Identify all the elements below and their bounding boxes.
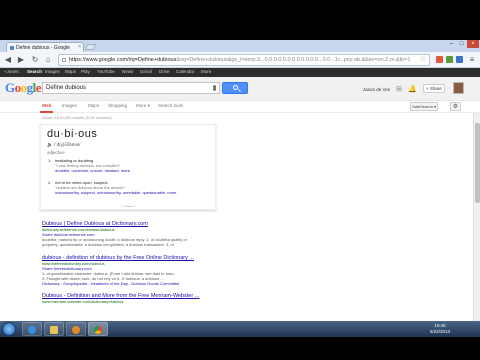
- tab-shopping[interactable]: Shopping: [108, 103, 127, 108]
- extension-icon[interactable]: [446, 56, 453, 63]
- forward-arrow-icon[interactable]: ▶: [16, 55, 26, 65]
- taskbar-folder[interactable]: [44, 322, 64, 336]
- notifications-bell-icon[interactable]: 🔔: [408, 85, 417, 93]
- gbar-item-calendar[interactable]: Calendar: [176, 69, 194, 74]
- home-icon[interactable]: ⌂: [43, 55, 53, 65]
- video-frame: Define dubious - Google × – □ × ◀ ▶ ↻ ⌂ …: [0, 0, 480, 360]
- gbar-item-search[interactable]: Search: [27, 69, 42, 74]
- google-favicon-icon: [10, 46, 14, 50]
- back-arrow-icon[interactable]: ◀: [3, 55, 13, 65]
- sense-synonyms[interactable]: untrustworthy, suspect, untrustworthy, u…: [55, 190, 211, 195]
- user-name[interactable]: Jason de Vos: [363, 87, 390, 92]
- gbar-item-more[interactable]: More: [201, 69, 211, 74]
- search-result: dubious - definition of dubious by the F…: [42, 255, 242, 286]
- desktop-screen: Define dubious - Google × – □ × ◀ ▶ ↻ ⌂ …: [0, 40, 480, 321]
- share-button[interactable]: + Share: [423, 84, 445, 93]
- gbar-item-images[interactable]: Images: [45, 69, 60, 74]
- gbar-item-play[interactable]: Play: [81, 69, 90, 74]
- gbar-item-youtube[interactable]: YouTube: [97, 69, 115, 74]
- new-tab-button[interactable]: [84, 44, 97, 50]
- google-header: Google Define dubious Jason de Vos ⊞ 🔔 +…: [0, 77, 480, 101]
- sense-number: 1.: [48, 158, 52, 163]
- search-button[interactable]: [222, 82, 248, 94]
- windows-taskbar: 10:45 5/22/2013: [0, 321, 480, 337]
- scrollbar-thumb[interactable]: [475, 123, 480, 203]
- clock-date: 5/22/2013: [430, 329, 451, 334]
- maximize-icon[interactable]: □: [457, 40, 466, 48]
- tab-images[interactable]: Images: [62, 103, 77, 108]
- browser-toolbar: ◀ ▶ ↻ ⌂ https://www.google.com/#q=Define…: [0, 52, 480, 68]
- address-bar[interactable]: https://www.google.com/#q=Define+dubious…: [58, 54, 430, 66]
- result-stats: About 4,610,000 results (0.28 seconds): [42, 115, 112, 120]
- result-snippet: propriety; questionable: a dubious compl…: [42, 242, 174, 247]
- dictionary-word: du·bi·ous: [47, 128, 98, 140]
- extension-icon[interactable]: [436, 56, 443, 63]
- taskbar-media[interactable]: [66, 322, 86, 336]
- search-icon: [233, 85, 238, 90]
- minimize-icon[interactable]: –: [447, 40, 456, 48]
- window-close-icon[interactable]: ×: [467, 40, 479, 48]
- taskbar-explorer[interactable]: [22, 322, 42, 336]
- gbar-item-gmail[interactable]: Gmail: [140, 69, 152, 74]
- search-query-text: Define dubious: [46, 85, 87, 91]
- browser-tab[interactable]: Define dubious - Google ×: [6, 42, 84, 52]
- speaker-icon[interactable]: 🔈: [47, 142, 53, 147]
- sense-synonyms[interactable]: doubtful, uncertain, unsure, hesitant, m…: [55, 168, 211, 173]
- tab-more[interactable]: More ▾: [136, 103, 150, 109]
- gbar-item-news[interactable]: News: [122, 69, 133, 74]
- search-tabs: Web Images Maps Shopping More ▾ Search t…: [0, 101, 480, 113]
- gbar-item-plus[interactable]: +Jones: [4, 69, 19, 74]
- search-result: Dubious - Definition and More from the F…: [42, 293, 242, 304]
- close-tab-icon[interactable]: ×: [78, 44, 81, 50]
- address-url: https://www.google.com/#q=Define+dubious: [69, 57, 177, 63]
- part-of-speech: adjective: [47, 150, 65, 155]
- page-scrollbar[interactable]: [473, 113, 480, 321]
- gbar-item-drive[interactable]: Drive: [159, 69, 170, 74]
- tab-web[interactable]: Web: [39, 103, 54, 113]
- start-button[interactable]: [2, 322, 16, 336]
- expand-chevron-icon[interactable]: [121, 203, 137, 207]
- result-sitelinks[interactable]: Dictionary - Encyclopedia - Headlines of…: [42, 281, 242, 286]
- menu-wrench-icon[interactable]: ≡: [467, 55, 477, 65]
- ie-icon: [28, 326, 36, 334]
- safesearch-dropdown[interactable]: SafeSearch ▾: [410, 102, 438, 111]
- google-logo[interactable]: Google: [5, 80, 42, 96]
- reload-icon[interactable]: ↻: [30, 55, 40, 65]
- tab-search-tools[interactable]: Search tools: [158, 103, 183, 108]
- pronunciation-text: /ˈd(y)o͞obēəs/: [53, 142, 81, 147]
- system-clock[interactable]: 10:45 5/22/2013: [430, 323, 450, 335]
- chrome-icon: [94, 326, 102, 334]
- search-input[interactable]: Define dubious: [42, 82, 220, 94]
- microphone-icon[interactable]: [213, 85, 216, 91]
- sense-2: 2. not to be relied upon; suspect. "read…: [48, 180, 211, 195]
- bookmark-star-icon[interactable]: ☆: [420, 55, 426, 65]
- browser-tab-strip: Define dubious - Google × – □ ×: [0, 40, 480, 52]
- gbar-item-maps[interactable]: Maps: [65, 69, 76, 74]
- extension-icon[interactable]: [456, 56, 463, 63]
- apps-grid-icon[interactable]: ⊞: [396, 85, 402, 93]
- browser-tab-title: Define dubious - Google: [16, 45, 70, 51]
- address-url-params: &oq=Define+dubious&gs_l=serp.3...0.0.0.0…: [176, 57, 411, 63]
- result-url: www.merriam-webster.com/dictionary/dubio…: [42, 299, 124, 304]
- tab-maps[interactable]: Maps: [88, 103, 99, 108]
- lock-icon: [62, 58, 66, 62]
- taskbar-chrome[interactable]: [88, 322, 108, 336]
- dictionary-card: du·bi·ous 🔈 /ˈd(y)o͞obēəs/ adjective 1. …: [40, 124, 216, 210]
- dictionary-pronunciation: 🔈 /ˈd(y)o͞obēəs/: [47, 142, 80, 148]
- media-player-icon: [72, 326, 80, 334]
- search-result: Dubious | Define Dubious at Dictionary.c…: [42, 221, 242, 247]
- sense-1: 1. hesitating or doubting. "I was feelin…: [48, 158, 211, 173]
- avatar[interactable]: [453, 82, 464, 94]
- google-black-bar: +Jones Search Images Maps Play YouTube N…: [0, 68, 480, 77]
- gear-icon[interactable]: ⚙: [450, 102, 461, 111]
- sense-number: 2.: [48, 180, 52, 185]
- folder-icon: [50, 326, 58, 334]
